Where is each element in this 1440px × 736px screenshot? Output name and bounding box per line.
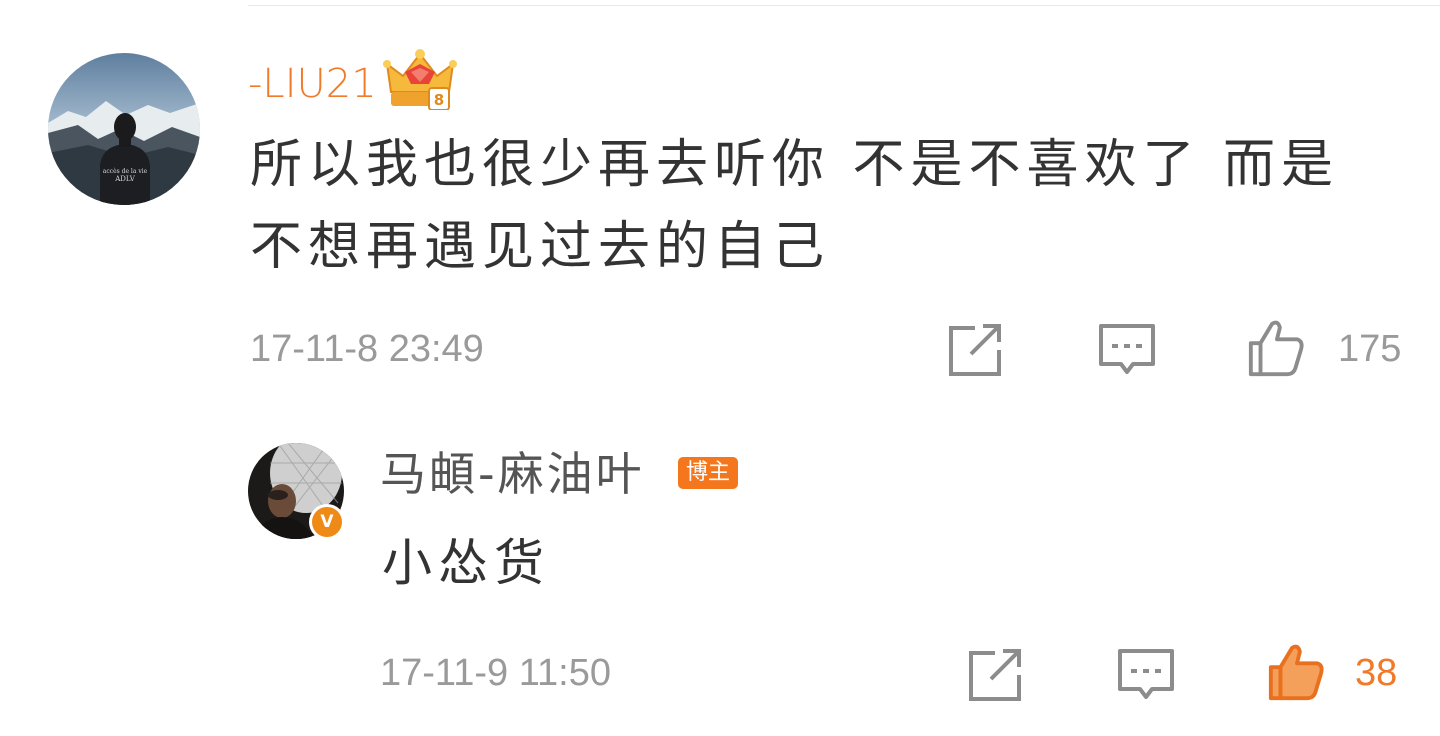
comment-timestamp: 17-11-8 23:49	[250, 328, 484, 370]
author-badge: 博主	[678, 457, 738, 489]
comment-text: 所以我也很少再去听你 不是不喜欢了 而是不想再遇见过去的自己	[250, 135, 1340, 277]
reply-like-count: 38	[1355, 652, 1398, 694]
comment-icon[interactable]	[1097, 320, 1157, 380]
reply-text: 小怂货	[382, 534, 550, 592]
avatar-shirt-text-line2: ADLV	[114, 175, 135, 183]
avatar[interactable]: accès de la vie ADLV	[48, 53, 200, 205]
comment-username[interactable]: -LIU21	[248, 54, 377, 114]
reply-username[interactable]: 马頔-麻油叶	[380, 444, 645, 504]
verified-badge-icon: V	[309, 504, 345, 540]
crown-badge-icon[interactable]: 8	[383, 48, 457, 110]
thumbs-up-icon[interactable]	[1246, 318, 1306, 378]
top-divider	[248, 5, 1440, 6]
thumbs-up-icon-liked[interactable]	[1266, 642, 1326, 702]
comment-icon[interactable]	[1116, 645, 1176, 705]
reply-timestamp: 17-11-9 11:50	[380, 652, 611, 694]
share-icon[interactable]	[945, 320, 1005, 380]
share-icon[interactable]	[965, 645, 1025, 705]
avatar-shirt-text-line1: accès de la vie	[103, 168, 148, 175]
avatar-image: accès de la vie ADLV	[48, 53, 200, 205]
svg-text:8: 8	[434, 91, 444, 109]
comment-like-count: 175	[1338, 328, 1402, 370]
